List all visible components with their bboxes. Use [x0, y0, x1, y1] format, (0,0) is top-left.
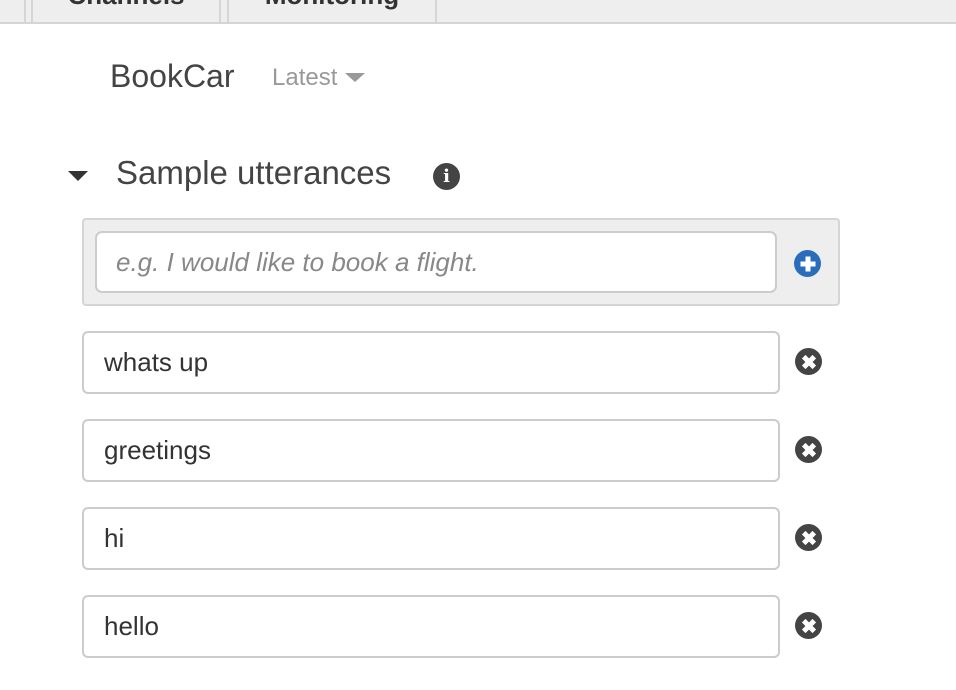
remove-x-icon[interactable] — [795, 436, 822, 463]
section-title: Sample utterances — [116, 154, 392, 191]
tab-monitoring[interactable]: Monitoring — [227, 0, 437, 22]
info-icon[interactable]: i — [433, 163, 460, 190]
utterance-item[interactable]: greetings — [82, 419, 780, 482]
caret-down-icon — [345, 72, 366, 82]
remove-x-icon[interactable] — [795, 612, 822, 639]
utterance-item[interactable]: hi — [82, 507, 780, 570]
collapse-caret-icon[interactable] — [68, 171, 88, 181]
version-label: Latest — [272, 64, 338, 91]
utterance-item[interactable]: hello — [82, 595, 780, 658]
tab-divider — [24, 0, 26, 22]
tab-channels[interactable]: Channels — [31, 0, 221, 22]
add-utterance-panel — [82, 218, 840, 306]
remove-x-icon[interactable] — [795, 524, 822, 551]
add-plus-icon[interactable] — [794, 250, 821, 277]
version-dropdown[interactable]: Latest — [272, 64, 366, 92]
tab-label: Monitoring — [229, 0, 435, 11]
utterance-item[interactable]: whats up — [82, 331, 780, 394]
bot-name: BookCar — [110, 58, 235, 94]
new-utterance-input[interactable] — [95, 231, 777, 293]
remove-x-icon[interactable] — [795, 348, 822, 375]
tab-label: Channels — [33, 0, 219, 11]
tab-bar: Channels Monitoring — [0, 0, 956, 24]
